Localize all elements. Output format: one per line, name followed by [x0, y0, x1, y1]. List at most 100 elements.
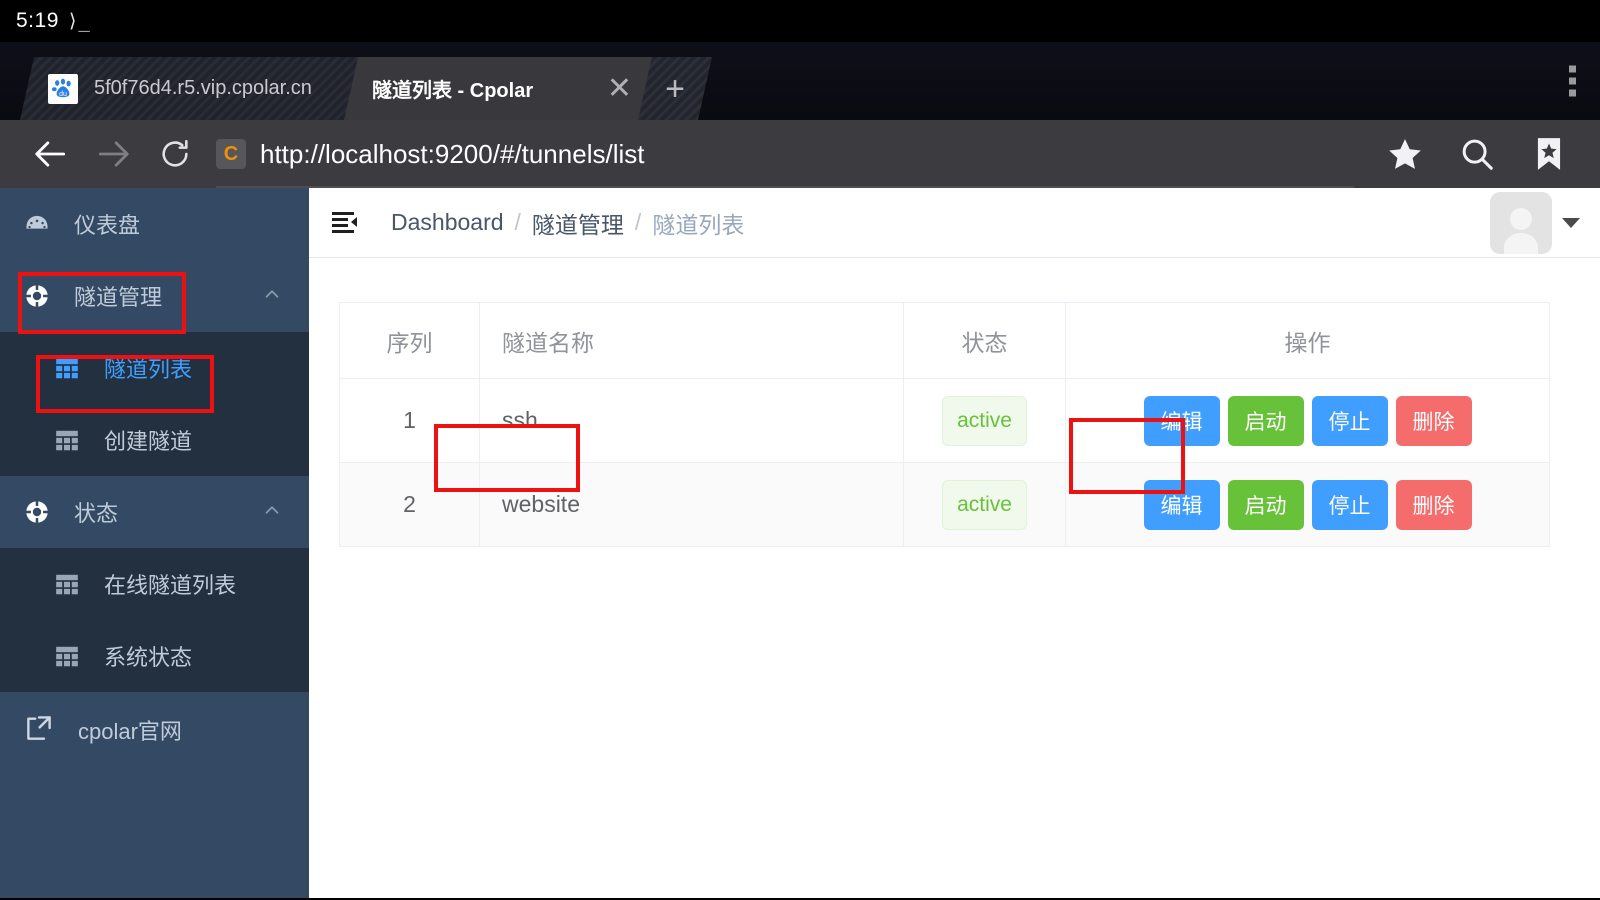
sidebar: 仪表盘 隧道管理 隧道列表 创建隧道 状态 在线隧道列表 系统状态 cpolar… — [0, 188, 309, 898]
column-header-name: 隧道名称 — [479, 302, 904, 379]
breadcrumb: Dashboard / 隧道管理 / 隧道列表 — [391, 206, 744, 240]
lifebuoy-icon — [22, 498, 52, 526]
chevron-up-icon — [261, 499, 283, 526]
dashboard-gauge-icon — [22, 210, 52, 238]
column-header-state: 状态 — [903, 302, 1066, 379]
submenu-status: 在线隧道列表 系统状态 — [0, 548, 309, 692]
fold-menu-icon[interactable] — [331, 209, 363, 237]
url-text: http://localhost:9200/#/tunnels/list — [260, 138, 645, 169]
address-field[interactable]: C http://localhost:9200/#/tunnels/list — [216, 128, 1354, 188]
sidebar-item-label: 创建隧道 — [104, 429, 193, 454]
start-button[interactable]: 启动 — [1227, 479, 1304, 530]
breadcrumb-item-tunnel-management[interactable]: 隧道管理 — [532, 206, 624, 240]
breadcrumb-separator: / — [514, 209, 521, 235]
sidebar-group-tunnel-management[interactable]: 隧道管理 — [0, 260, 309, 332]
sidebar-item-create-tunnel[interactable]: 创建隧道 — [0, 404, 309, 476]
stop-button[interactable]: 停止 — [1311, 479, 1388, 530]
app-page: 仪表盘 隧道管理 隧道列表 创建隧道 状态 在线隧道列表 系统状态 cpolar… — [0, 188, 1600, 898]
android-status-bar: 5:19 ⟩_ — [0, 0, 1600, 42]
site-identity-chip: C — [216, 139, 246, 169]
top-bar: Dashboard / 隧道管理 / 隧道列表 — [309, 188, 1600, 258]
sidebar-item-label: 系统状态 — [104, 645, 193, 670]
table-header-row: 序列 隧道名称 状态 操作 — [339, 302, 1550, 379]
browser-chrome: du 5f0f76d4.r5.vip.cpolar.cn 隧道列表 - Cpol… — [0, 42, 1600, 188]
sidebar-item-label: 隧道列表 — [104, 357, 193, 382]
avatar — [1490, 191, 1552, 254]
edit-button[interactable]: 编辑 — [1143, 395, 1220, 446]
cell-name: website — [479, 462, 904, 547]
sidebar-item-label: 隧道管理 — [74, 285, 163, 310]
terminal-prompt-icon: ⟩_ — [66, 10, 90, 32]
cell-operations: 编辑 启动 停止 删除 — [1065, 462, 1550, 547]
tab-content: du 5f0f76d4.r5.vip.cpolar.cn — [48, 73, 312, 104]
url-bar: C http://localhost:9200/#/tunnels/list — [0, 120, 1600, 188]
cell-state: active — [903, 378, 1066, 463]
content-area: Dashboard / 隧道管理 / 隧道列表 序列 隧道名称 状态 操作 1 … — [309, 188, 1600, 898]
browser-tab-2[interactable]: 隧道列表 - Cpolar ✕ — [344, 57, 654, 120]
forward-arrow-icon[interactable] — [82, 123, 144, 185]
delete-button[interactable]: 删除 — [1395, 479, 1472, 530]
stop-button[interactable]: 停止 — [1311, 395, 1388, 446]
chevron-down-icon — [1562, 217, 1580, 228]
cell-operations: 编辑 启动 停止 删除 — [1065, 378, 1550, 463]
bookmarks-icon[interactable] — [1518, 123, 1580, 185]
plus-icon: + — [665, 69, 685, 108]
table-head: 序列 隧道名称 状态 操作 — [339, 302, 1550, 379]
status-badge: active — [942, 479, 1027, 530]
tab-content: 隧道列表 - Cpolar — [372, 74, 533, 103]
sidebar-item-label: 仪表盘 — [74, 213, 141, 238]
sidebar-item-dashboard[interactable]: 仪表盘 — [0, 188, 309, 260]
search-icon[interactable] — [1446, 123, 1508, 185]
sidebar-group-status[interactable]: 状态 — [0, 476, 309, 548]
column-header-index: 序列 — [339, 302, 480, 379]
sidebar-item-label: cpolar官网 — [78, 719, 182, 744]
baidu-favicon: du — [48, 73, 78, 104]
grid-table-icon — [52, 571, 82, 597]
submenu-tunnel-management: 隧道列表 创建隧道 — [0, 332, 309, 476]
delete-button[interactable]: 删除 — [1395, 395, 1472, 446]
breadcrumb-separator: / — [634, 209, 642, 235]
back-arrow-icon[interactable] — [20, 123, 82, 185]
star-icon[interactable] — [1374, 123, 1436, 185]
cell-state: active — [903, 462, 1066, 547]
chevron-up-icon — [261, 283, 283, 310]
svg-text:du: du — [59, 91, 67, 98]
table-row: 2 website active 编辑 启动 停止 删除 — [339, 462, 1550, 547]
dot — [1569, 89, 1576, 97]
grid-table-icon — [52, 355, 82, 381]
table-body: 1 ssh active 编辑 启动 停止 删除 2 website activ… — [339, 378, 1550, 547]
operations-group: 编辑 启动 停止 删除 — [1088, 395, 1527, 446]
main-panel: 序列 隧道名称 状态 操作 1 ssh active 编辑 启动 停止 删除 2… — [309, 258, 1600, 898]
sidebar-item-online-tunnel-list[interactable]: 在线隧道列表 — [0, 548, 309, 620]
tunnels-table: 序列 隧道名称 状态 操作 1 ssh active 编辑 启动 停止 删除 2… — [339, 302, 1550, 547]
edit-button[interactable]: 编辑 — [1143, 479, 1220, 530]
table-row: 1 ssh active 编辑 启动 停止 删除 — [339, 378, 1550, 463]
breadcrumb-item-tunnel-list: 隧道列表 — [652, 211, 745, 238]
sidebar-item-tunnel-list[interactable]: 隧道列表 — [0, 332, 309, 404]
user-menu[interactable] — [1490, 191, 1580, 254]
tab-title: 隧道列表 - Cpolar — [372, 80, 534, 102]
kebab-menu-icon[interactable] — [1569, 65, 1576, 97]
breadcrumb-item-dashboard[interactable]: Dashboard — [391, 209, 504, 236]
close-icon[interactable]: ✕ — [601, 73, 638, 104]
sidebar-item-label: 状态 — [74, 501, 119, 526]
column-header-ops: 操作 — [1065, 302, 1550, 379]
sidebar-item-system-status[interactable]: 系统状态 — [0, 620, 309, 692]
new-tab-button[interactable]: + — [638, 57, 712, 120]
grid-table-icon — [52, 643, 82, 669]
operations-group: 编辑 启动 停止 删除 — [1088, 479, 1527, 530]
lifebuoy-icon — [22, 282, 52, 310]
sidebar-item-label: 在线隧道列表 — [104, 573, 237, 598]
dot — [1569, 65, 1576, 73]
status-badge: active — [942, 395, 1027, 446]
cell-name: ssh — [479, 378, 904, 463]
tab-strip: du 5f0f76d4.r5.vip.cpolar.cn 隧道列表 - Cpol… — [0, 42, 1600, 120]
sidebar-item-cpolar-website[interactable]: cpolar官网 — [0, 692, 309, 768]
grid-table-icon — [52, 427, 82, 453]
external-link-icon — [24, 713, 54, 748]
reload-icon[interactable] — [144, 123, 206, 185]
cell-index: 2 — [339, 462, 480, 547]
start-button[interactable]: 启动 — [1227, 395, 1304, 446]
cell-index: 1 — [339, 378, 480, 463]
browser-tab-1[interactable]: du 5f0f76d4.r5.vip.cpolar.cn — [20, 57, 360, 120]
